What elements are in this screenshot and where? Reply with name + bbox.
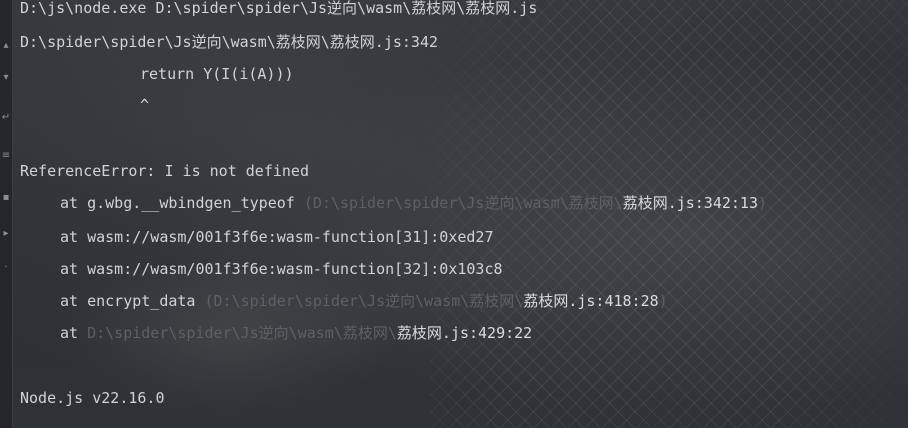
stack-frame-function: at encrypt_data	[60, 292, 205, 310]
stack-frame-close: )	[758, 194, 768, 212]
error-location[interactable]: D:\spider\spider\Js逆向\wasm\荔枝网\荔枝网.js:34…	[20, 32, 438, 52]
command-line: D:\js\node.exe D:\spider\spider\Js逆向\was…	[20, 0, 538, 17]
delete-icon[interactable]: ▸	[0, 228, 12, 239]
stack-frame: at g.wbg.__wbindgen_typeof (D:\spider\sp…	[60, 193, 767, 213]
run-toolbar-gutter: ▴ ▾ ↵ ≡ ▪ ▸ ·	[0, 0, 13, 428]
stack-frame: at D:\spider\spider\Js逆向\wasm\荔枝网\荔枝网.js…	[60, 323, 532, 343]
node-version: Node.js v22.16.0	[20, 389, 165, 407]
stack-frame-function: at wasm://wasm/001f3f6e:wasm-function[32…	[60, 260, 503, 278]
up-arrow-icon[interactable]: ▴	[0, 40, 12, 51]
filter-icon[interactable]: ≡	[0, 150, 12, 161]
stack-frame-path: D:\spider\spider\Js逆向\wasm\荔枝网\	[87, 324, 397, 342]
wrap-icon[interactable]: ↵	[0, 112, 12, 123]
stack-frame-link[interactable]: 荔枝网.js:429:22	[397, 324, 532, 342]
stack-frame-function: at	[60, 324, 88, 342]
stack-frame-path: (D:\spider\spider\Js逆向\wasm\荔枝网\	[204, 292, 524, 310]
background-net-pattern	[430, 0, 908, 428]
code-line: return Y(I(i(A)))	[140, 65, 294, 83]
stack-frame: at wasm://wasm/001f3f6e:wasm-function[32…	[60, 259, 503, 279]
stack-frame-function: at wasm://wasm/001f3f6e:wasm-function[31…	[60, 228, 494, 246]
stack-frame: at wasm://wasm/001f3f6e:wasm-function[31…	[60, 227, 493, 247]
stack-frame: at encrypt_data (D:\spider\spider\Js逆向\w…	[60, 291, 668, 311]
stack-frame-link[interactable]: 荔枝网.js:418:28	[523, 292, 658, 310]
error-message: ReferenceError: I is not defined	[20, 162, 309, 180]
stack-frame-function: at g.wbg.__wbindgen_typeof	[60, 194, 304, 212]
caret-marker: ^	[140, 96, 150, 114]
stack-frame-link[interactable]: 荔枝网.js:342:13	[623, 194, 758, 212]
pin-icon[interactable]: ·	[0, 262, 12, 273]
down-arrow-icon[interactable]: ▾	[0, 72, 12, 83]
stack-frame-path: (D:\spider\spider\Js逆向\wasm\荔枝网\	[303, 194, 623, 212]
print-icon[interactable]: ▪	[0, 192, 12, 203]
stack-frame-close: )	[658, 292, 668, 310]
